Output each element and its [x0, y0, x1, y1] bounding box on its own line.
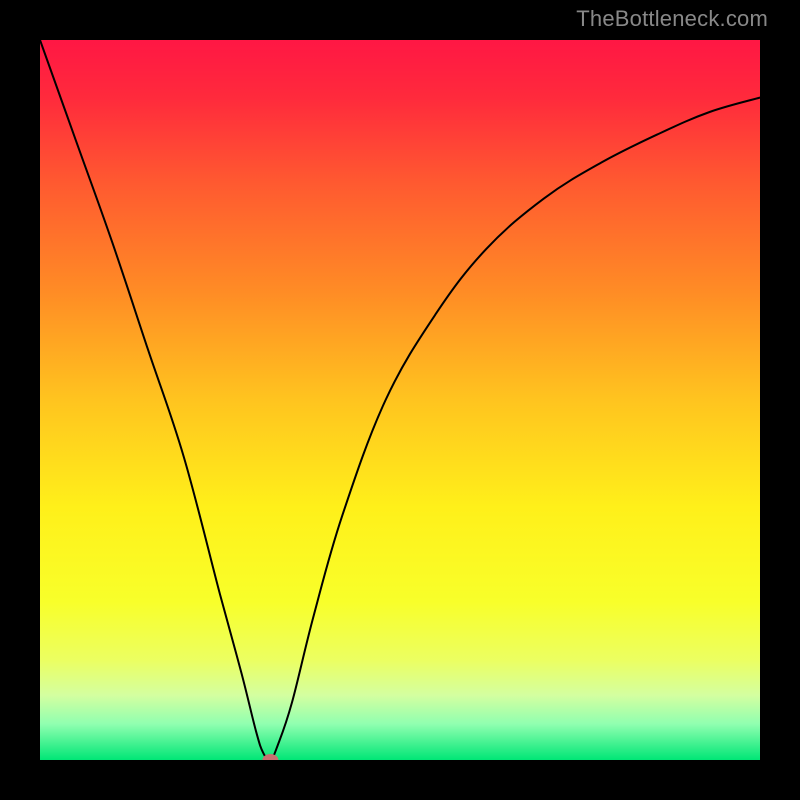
- chart-container: TheBottleneck.com: [0, 0, 800, 800]
- chart-background: [40, 40, 760, 760]
- bottleneck-chart: [40, 40, 760, 760]
- watermark-text: TheBottleneck.com: [576, 6, 768, 32]
- plot-area: [40, 40, 760, 760]
